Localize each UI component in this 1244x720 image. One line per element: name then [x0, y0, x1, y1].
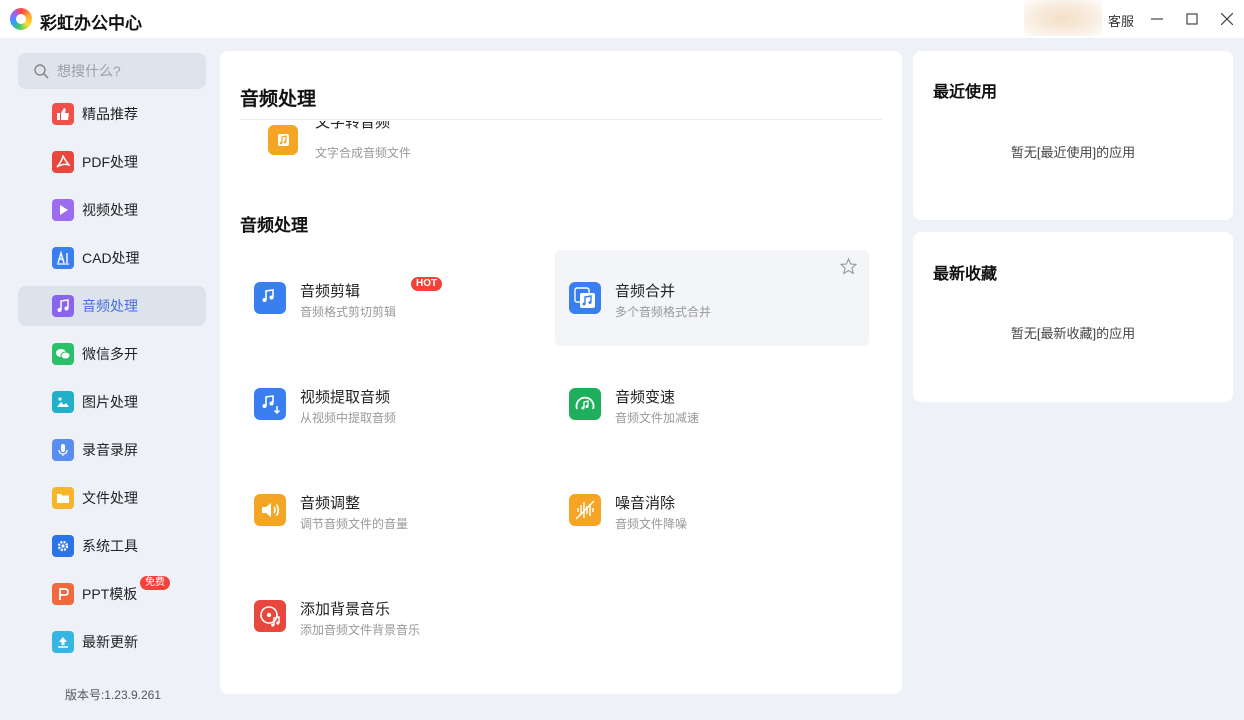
- audio-speed-icon: [569, 388, 601, 420]
- sidebar-item-cad[interactable]: CAD处理: [18, 238, 206, 278]
- tool-desc: 文字合成音频文件: [315, 146, 412, 160]
- sidebar-item-file[interactable]: 文件处理: [18, 478, 206, 518]
- tool-desc: 调节音频文件的音量: [300, 517, 409, 531]
- tool-card-audio-merge[interactable]: 音频合并 多个音频格式合并: [555, 250, 869, 346]
- music-disc-icon: [254, 600, 286, 632]
- maximize-icon: [1186, 13, 1198, 25]
- sidebar-item-updates[interactable]: 最新更新: [18, 622, 206, 662]
- promo-banner[interactable]: [1024, 0, 1102, 36]
- sidebar-item-record[interactable]: 录音录屏: [18, 430, 206, 470]
- tool-card-audio-speed[interactable]: 音频变速 音频文件加减速: [555, 356, 869, 452]
- maximize-button[interactable]: [1182, 9, 1202, 29]
- section-title: 音频处理: [240, 216, 308, 235]
- sidebar-item-recommended[interactable]: 精品推荐: [18, 94, 206, 134]
- tool-name: 噪音消除: [615, 495, 676, 512]
- title-bar: 彩虹办公中心 客服: [0, 0, 1244, 38]
- pdf-icon: [52, 151, 74, 173]
- sidebar-item-ppt[interactable]: PPT模板 免费: [18, 574, 206, 614]
- audio-extract-icon: [254, 388, 286, 420]
- free-badge: 免费: [140, 576, 170, 590]
- sidebar-item-system[interactable]: 系统工具: [18, 526, 206, 566]
- sidebar-nav: 精品推荐 PDF处理 视频处理 CAD处理 音频处理 微信多开 图片处理 录音录…: [18, 94, 206, 670]
- sidebar-item-label: 录音录屏: [82, 442, 138, 458]
- sidebar-item-pdf[interactable]: PDF处理: [18, 142, 206, 182]
- audio-merge-icon: [569, 282, 601, 314]
- sidebar-item-label: PDF处理: [82, 154, 138, 170]
- close-button[interactable]: [1217, 9, 1237, 29]
- sidebar-item-wechat[interactable]: 微信多开: [18, 334, 206, 374]
- audio-cut-icon: [254, 282, 286, 314]
- tool-name: 文字转音频: [315, 121, 391, 131]
- minimize-icon: [1151, 18, 1163, 20]
- tool-card-noise-removal[interactable]: 噪音消除 音频文件降噪: [555, 462, 869, 558]
- thumbs-up-icon: [52, 103, 74, 125]
- favorites-title: 最新收藏: [933, 266, 998, 283]
- tool-desc: 音频文件加减速: [615, 411, 700, 425]
- main-panel: 音频处理 文字转音频 文字合成音频文件 音频处理 音频剪辑 音频格式剪切剪辑 H…: [220, 51, 902, 694]
- sidebar-item-label: CAD处理: [82, 250, 140, 266]
- divider: [240, 119, 882, 120]
- tool-card-text-to-audio[interactable]: 文字转音频 文字合成音频文件: [268, 121, 568, 161]
- tool-card-add-bgm[interactable]: 添加背景音乐 添加音频文件背景音乐: [240, 568, 554, 664]
- search-box[interactable]: [18, 53, 206, 89]
- sidebar-item-label: 微信多开: [82, 346, 138, 362]
- sidebar-item-label: 音频处理: [82, 298, 138, 314]
- recent-title: 最近使用: [933, 84, 998, 101]
- tool-desc: 添加音频文件背景音乐: [300, 623, 421, 637]
- app-title: 彩虹办公中心: [40, 14, 142, 33]
- ppt-icon: [52, 583, 74, 605]
- tool-card-audio-adjust[interactable]: 音频调整 调节音频文件的音量: [240, 462, 554, 558]
- cad-icon: [52, 247, 74, 269]
- noise-cancel-icon: [569, 494, 601, 526]
- tool-desc: 多个音频格式合并: [615, 305, 712, 319]
- sidebar-item-image[interactable]: 图片处理: [18, 382, 206, 422]
- sidebar-item-video[interactable]: 视频处理: [18, 190, 206, 230]
- tool-name: 音频调整: [300, 495, 361, 512]
- sidebar-item-label: 最新更新: [82, 634, 138, 650]
- search-input[interactable]: [57, 63, 197, 79]
- sidebar-item-audio[interactable]: 音频处理: [18, 286, 206, 326]
- recent-panel: 最近使用 暂无[最近使用]的应用: [913, 51, 1233, 220]
- sidebar-item-label: PPT模板: [82, 586, 138, 602]
- volume-icon: [254, 494, 286, 526]
- sidebar-item-label: 视频处理: [82, 202, 138, 218]
- tool-name: 音频剪辑: [300, 283, 361, 300]
- image-icon: [52, 391, 74, 413]
- customer-service-link[interactable]: 客服: [1108, 11, 1134, 30]
- app-logo-icon: [10, 8, 32, 30]
- sidebar-item-label: 精品推荐: [82, 106, 138, 122]
- wechat-icon: [52, 343, 74, 365]
- sidebar-item-label: 图片处理: [82, 394, 138, 410]
- tool-name: 视频提取音频: [300, 389, 391, 406]
- search-icon: [34, 63, 49, 79]
- upload-icon: [52, 631, 74, 653]
- folder-icon: [52, 487, 74, 509]
- tool-desc: 从视频中提取音频: [300, 411, 397, 425]
- sidebar-item-label: 系统工具: [82, 538, 138, 554]
- video-play-icon: [52, 199, 74, 221]
- close-icon: [1221, 13, 1233, 25]
- tool-desc: 音频文件降噪: [615, 517, 688, 531]
- favorites-panel: 最新收藏 暂无[最新收藏]的应用: [913, 232, 1233, 402]
- tool-name: 音频合并: [615, 283, 676, 300]
- tool-card-audio-cut[interactable]: 音频剪辑 音频格式剪切剪辑 HOT: [240, 250, 554, 346]
- sidebar-item-label: 文件处理: [82, 490, 138, 506]
- microphone-icon: [52, 439, 74, 461]
- tool-card-video-extract-audio[interactable]: 视频提取音频 从视频中提取音频: [240, 356, 554, 452]
- tool-name: 音频变速: [615, 389, 676, 406]
- recent-empty-text: 暂无[最近使用]的应用: [1010, 145, 1136, 160]
- music-note-icon: [52, 295, 74, 317]
- version-label: 版本号:1.23.9.261: [64, 688, 162, 702]
- text-to-audio-icon: [268, 125, 298, 155]
- tool-desc: 音频格式剪切剪辑: [300, 305, 397, 319]
- hot-badge: HOT: [411, 277, 443, 291]
- tool-name: 添加背景音乐: [300, 601, 391, 618]
- favorite-star-icon[interactable]: [839, 257, 858, 280]
- gear-icon: [52, 535, 74, 557]
- minimize-button[interactable]: [1147, 9, 1167, 29]
- favorites-empty-text: 暂无[最新收藏]的应用: [1010, 326, 1136, 341]
- page-title: 音频处理: [240, 89, 317, 110]
